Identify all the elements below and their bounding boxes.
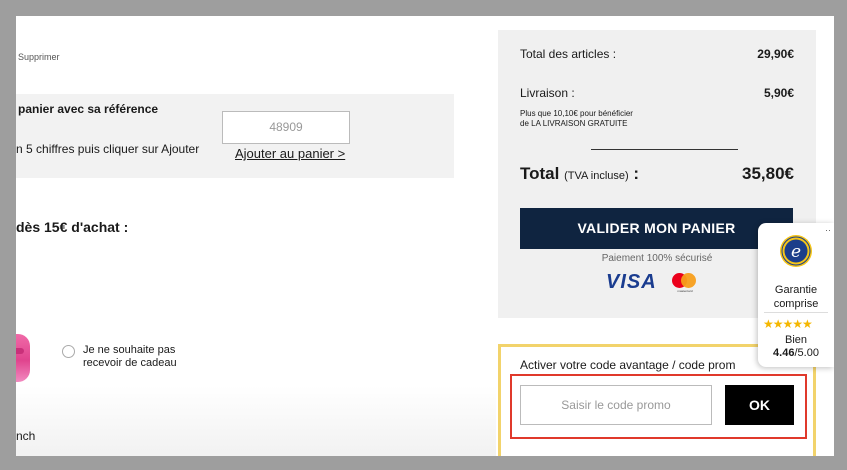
grand-total-colon: :	[633, 164, 640, 183]
badge-divider	[764, 312, 828, 313]
add-by-reference-panel: panier avec sa référence n 5 chiffres pu…	[16, 94, 454, 178]
free-shipping-note-line1: Plus que 10,10€ pour bénéficier	[520, 109, 633, 118]
shipping-label: Livraison :	[520, 86, 575, 100]
grand-total-label: Total (TVA incluse) :	[520, 164, 639, 184]
cart-page: Supprimer panier avec sa référence n 5 c…	[16, 16, 834, 456]
no-gift-radio[interactable]	[62, 345, 75, 358]
gift-product-image	[16, 334, 30, 382]
trusted-shops-seal-icon: e	[780, 235, 812, 267]
fade-overlay	[16, 386, 496, 456]
no-gift-label: Je ne souhaite pas recevoir de cadeau	[83, 344, 177, 369]
promo-ok-button[interactable]: OK	[725, 385, 794, 425]
articles-total-value: 29,90€	[757, 47, 794, 61]
grand-total-word: Total	[520, 164, 560, 183]
badge-menu-icon[interactable]: ··	[825, 225, 831, 235]
promo-code-input[interactable]: Saisir le code promo	[520, 385, 712, 425]
rating-stars-icon: ★★★★★	[763, 317, 813, 331]
visa-logo: VISA	[606, 271, 657, 293]
free-shipping-note-line2: de LA LIVRAISON GRATUITE	[520, 119, 628, 128]
articles-total-label: Total des articles :	[520, 47, 617, 61]
free-shipping-note: Plus que 10,10€ pour bénéficier de LA LI…	[520, 109, 720, 129]
rating-score: 4.46/5.00	[773, 347, 819, 359]
rating-word: Bien	[784, 334, 808, 346]
reference-input[interactable]: 48909	[222, 111, 350, 144]
badge-line1: Garantie	[774, 284, 818, 296]
reference-hint: n 5 chiffres puis cliquer sur Ajouter	[16, 142, 200, 156]
gift-item-label: nch	[16, 429, 36, 443]
promo-title: Activer votre code avantage / code prom	[520, 358, 736, 372]
reference-title: panier avec sa référence	[18, 102, 159, 116]
badge-line2: comprise	[773, 298, 819, 310]
svg-text:e: e	[791, 242, 801, 262]
gift-section-title: dès 15€ d'achat :	[16, 219, 129, 235]
trusted-shops-badge[interactable]: ·· e Garantie comprise ★★★★★ Bien 4.46/5…	[758, 223, 834, 367]
grand-total-value: 35,80€	[742, 164, 794, 183]
validate-cart-button[interactable]: VALIDER MON PANIER	[520, 208, 793, 249]
delete-link[interactable]: Supprimer	[18, 52, 60, 62]
shipping-value: 5,90€	[763, 86, 794, 100]
tva-note: (TVA incluse)	[564, 170, 629, 182]
add-to-cart-link[interactable]: Ajouter au panier >	[235, 146, 345, 161]
summary-divider	[591, 149, 738, 150]
mastercard-logo: mastercard	[672, 273, 698, 295]
